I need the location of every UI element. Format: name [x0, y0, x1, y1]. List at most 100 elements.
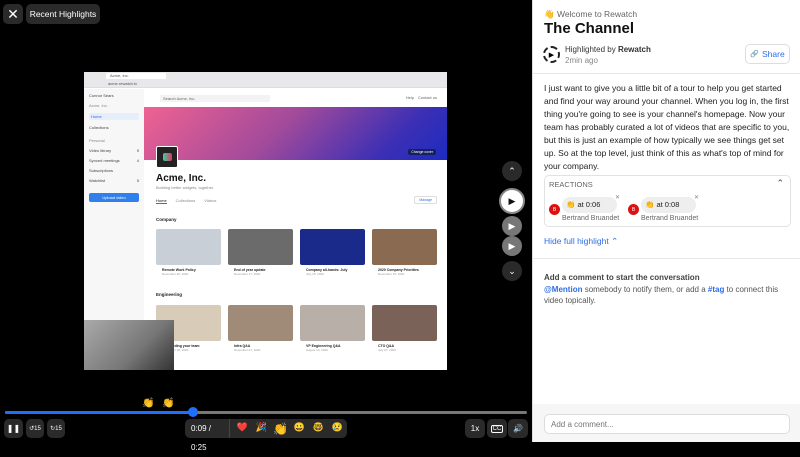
recent-highlights-button[interactable]: Recent Highlights [26, 4, 100, 24]
reaction-user: Bertrand Bruandet [562, 215, 620, 222]
rewind-15-button[interactable]: ↺ 15 [26, 419, 44, 438]
screen-tab: Home [156, 198, 167, 204]
video-thumbnail [372, 305, 437, 341]
highlight-item[interactable]: ▶ [502, 216, 522, 236]
video-area: ✕ Recent Highlights Acme, Inc. acme.rewa… [0, 0, 532, 452]
remove-reaction-icon[interactable]: ✕ [694, 194, 699, 201]
volume-button[interactable]: 🔊 [508, 419, 528, 438]
video-card: End of year update December 17, 2020 [228, 229, 293, 276]
screen-upload-button: Upload video [89, 193, 139, 202]
reaction-emoji-button[interactable]: 😢 [328, 422, 347, 436]
video-card: Company all-hands: July July 15, 2020 [300, 229, 365, 276]
screen-nav-item: Video library 9 [89, 148, 139, 153]
screen-topbar: Search Acme, Inc. Help Contact us [144, 89, 447, 107]
screen-nav-item: Synced meetings 4 [89, 158, 139, 163]
user-avatar: B [628, 204, 639, 215]
screen-section-title: Company [156, 217, 177, 222]
screen-nav-label: Subscriptions [89, 168, 114, 173]
comment-heading: Add a comment to start the conversation [544, 273, 700, 282]
hide-full-highlight-link[interactable]: Hide full highlight ⌃ [544, 236, 618, 247]
progress-bar[interactable] [5, 407, 527, 417]
video-thumbnail [228, 229, 293, 265]
reaction-emoji-button[interactable]: 🤓 [309, 422, 328, 436]
screen-tab: Collections [175, 198, 196, 203]
collapse-reactions-icon[interactable]: ⌃ [776, 178, 784, 189]
screen-user: Connor Sears [89, 93, 114, 98]
screen-tabs: Home Collections Videos [156, 198, 216, 204]
comment-input[interactable] [544, 414, 790, 434]
pause-button[interactable]: ❚❚ [4, 419, 23, 438]
reaction-emoji: 👏 [645, 200, 655, 209]
reaction-emoji-button[interactable]: ❤️ [233, 422, 252, 436]
forward-15-button[interactable]: ↻ 15 [47, 419, 65, 438]
comment-hint: @Mention somebody to notify them, or add… [544, 284, 789, 306]
close-button[interactable]: ✕ [3, 4, 23, 24]
reaction-time: at 0:08 [656, 200, 680, 209]
screen-manage: Manage [414, 196, 437, 204]
highlighted-by: Highlighted by Rewatch [565, 45, 651, 54]
highlight-panel: 👋 Welcome to Rewatch The Channel ▶ Highl… [532, 0, 800, 442]
video-card: Remote Work Policy December 20, 2020 [156, 229, 221, 276]
tag-hint: #tag [707, 285, 725, 294]
video-card: 2020 Company Priorities December 15, 2020 [372, 229, 437, 276]
user-avatar: B [549, 204, 560, 215]
reaction-emoji: 👏 [566, 200, 576, 209]
timestamp: 2min ago [565, 56, 598, 65]
divider [533, 258, 800, 259]
mention-hint: @Mention [544, 285, 583, 294]
video-date: August 14, 2020 [306, 348, 328, 352]
prev-highlight-button[interactable]: ⌃ [502, 161, 522, 181]
reactions-box: REACTIONS ⌃ B 👏 at 0:06 ✕ Bertrand Bruandet… [544, 175, 791, 227]
screen-nav-label: Video library [89, 148, 112, 153]
progress-handle[interactable] [187, 407, 198, 417]
video-frame[interactable]: Acme, Inc. acme.rewatch.tv Connor Sears … [84, 72, 447, 370]
screen-nav-item: Subscriptions [89, 168, 139, 173]
highlighted-by-label: Highlighted by [565, 45, 616, 54]
screen-banner: Change cover [144, 107, 447, 160]
share-label: Share [762, 49, 785, 59]
hide-label: Hide full highlight [544, 236, 609, 246]
chevron-up-icon: ⌃ [508, 165, 516, 176]
cc-icon: CC [490, 424, 504, 433]
browser-chrome: Acme, Inc. acme.rewatch.tv [84, 72, 447, 88]
video-date: July 15, 2020 [306, 272, 324, 276]
speed-button[interactable]: 1x [465, 419, 485, 438]
rewatch-logo-icon: ▶ [543, 46, 560, 63]
browser-tab: Acme, Inc. [106, 73, 166, 79]
video-date: December 15, 2020 [378, 272, 405, 276]
screen-nav-count: 4 [136, 158, 139, 163]
video-card: CTO Q&A July 07, 2020 [372, 305, 437, 352]
video-card: Infra Q&A November 07, 2020 [228, 305, 293, 352]
share-button[interactable]: 🔗 Share [745, 44, 790, 64]
pause-icon: ❚❚ [6, 424, 21, 433]
reaction-pill[interactable]: 👏 at 0:06 [562, 197, 617, 213]
screen-nav-label: Synced meetings [89, 158, 120, 163]
reaction-emoji-button[interactable]: 😀 [290, 422, 309, 436]
timeline-reaction-marker[interactable]: 👏 [162, 398, 174, 409]
highlight-item[interactable]: ▶ [502, 236, 522, 256]
video-card: VP Engineering Q&A August 14, 2020 [300, 305, 365, 352]
reaction-pill[interactable]: 👏 at 0:08 [641, 197, 696, 213]
captions-button[interactable]: CC [487, 419, 507, 438]
video-thumbnail [372, 229, 437, 265]
highlight-description: I just want to give you a little bit of … [544, 83, 790, 171]
screen-change-cover: Change cover [408, 149, 436, 155]
remove-reaction-icon[interactable]: ✕ [615, 194, 620, 201]
reaction-user: Bertrand Bruandet [641, 215, 699, 222]
forward-label: 15 [55, 425, 62, 432]
video-date: December 20, 2020 [162, 272, 189, 276]
timeline-reaction-marker[interactable]: 👏 [142, 398, 154, 409]
screen-logo [156, 146, 178, 168]
webcam-overlay [84, 320, 174, 370]
reaction-emoji-button[interactable]: 👏 [271, 422, 290, 436]
screen-company-name: Acme, Inc. [156, 173, 207, 184]
close-icon: ✕ [7, 5, 19, 22]
reactions-label: REACTIONS [549, 180, 593, 189]
highlight-title: The Channel [544, 20, 635, 37]
next-highlight-button[interactable]: ⌄ [502, 261, 522, 281]
screen-org: Acme, Inc. [89, 103, 108, 108]
browser-url: acme.rewatch.tv [108, 81, 138, 86]
highlight-active[interactable]: ▶ [499, 188, 525, 214]
rewind-label: 15 [34, 425, 41, 432]
reaction-emoji-button[interactable]: 🎉 [252, 422, 271, 436]
